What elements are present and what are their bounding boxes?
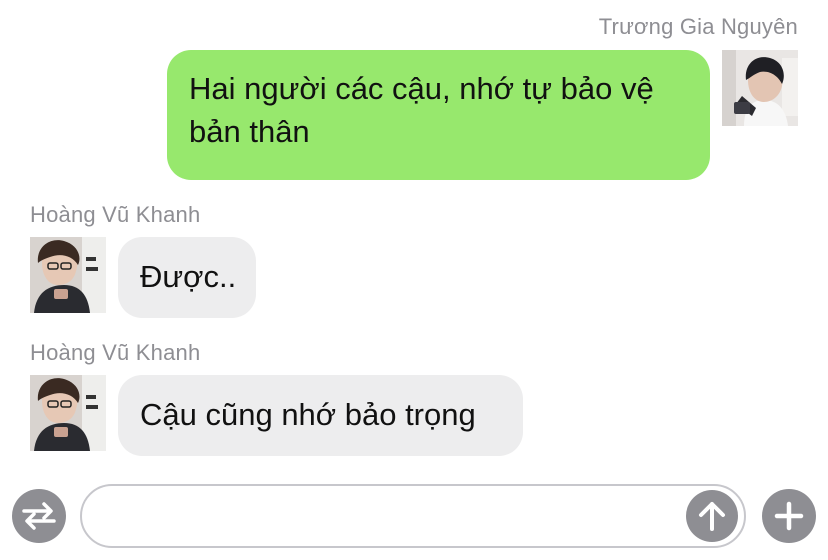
send-button[interactable] <box>686 490 738 542</box>
message-bubble-outgoing[interactable]: Hai người các cậu, nhớ tự bảo vệ bản thâ… <box>167 50 710 180</box>
message-input[interactable] <box>106 486 690 548</box>
sender-name-incoming: Hoàng Vũ Khanh <box>30 340 201 365</box>
add-button[interactable] <box>762 489 816 543</box>
avatar-photo-incoming <box>30 237 106 313</box>
message-text: Cậu cũng nhớ bảo trọng <box>140 397 476 433</box>
message-input-box[interactable] <box>80 484 746 548</box>
avatar-incoming[interactable] <box>30 375 106 451</box>
sender-name-outgoing: Trương Gia Nguyên <box>598 14 798 39</box>
arrow-up-icon <box>699 502 725 531</box>
message-bubble-incoming[interactable]: Cậu cũng nhớ bảo trọng <box>118 375 523 456</box>
message-bubble-incoming[interactable]: Được.. <box>118 237 256 318</box>
sender-name-incoming: Hoàng Vũ Khanh <box>30 202 201 227</box>
message-text: Được.. <box>140 259 237 295</box>
avatar-incoming[interactable] <box>30 237 106 313</box>
switch-input-button[interactable] <box>12 489 66 543</box>
avatar-photo-incoming <box>30 375 106 451</box>
plus-icon <box>774 501 804 531</box>
avatar-photo-outgoing <box>722 50 798 126</box>
avatar-outgoing[interactable] <box>722 50 798 126</box>
switch-arrows-icon <box>22 502 56 530</box>
